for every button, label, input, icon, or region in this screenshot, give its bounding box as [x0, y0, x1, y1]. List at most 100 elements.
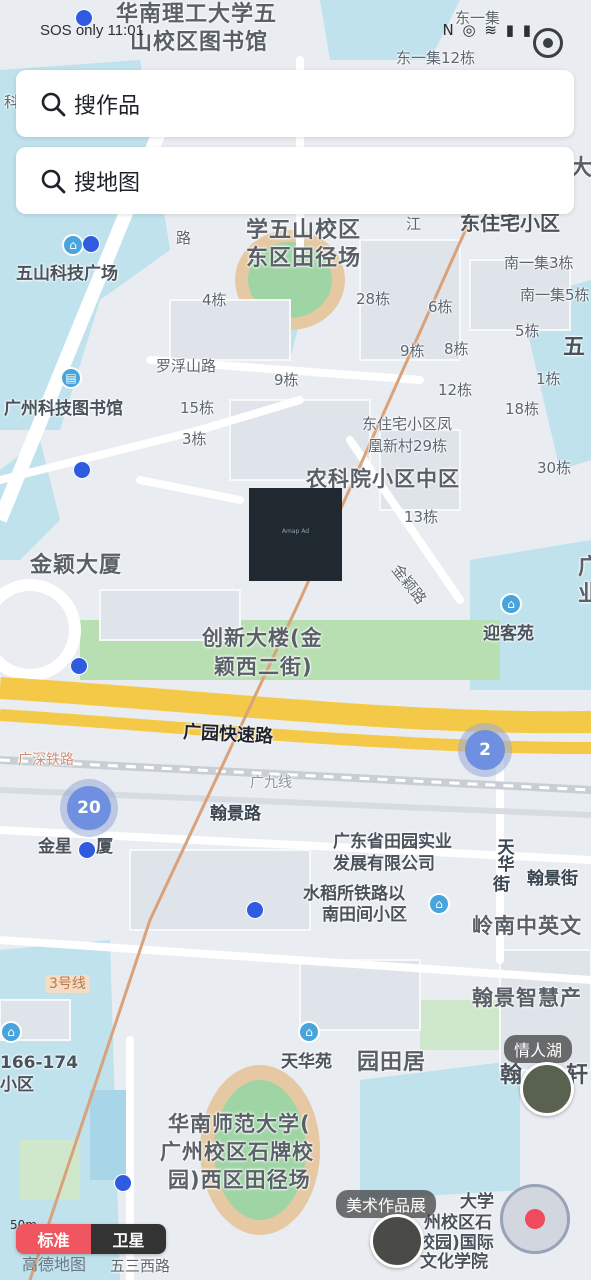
brand-logo: 高德地图 [22, 1255, 87, 1274]
poi-building-icon[interactable]: ⌂ [428, 893, 450, 915]
location-dot[interactable] [114, 1174, 132, 1192]
label-scnu: 华南师范大学( [168, 1112, 311, 1136]
label-jiang: 江 [406, 215, 422, 233]
photo-thumbnail[interactable] [370, 1214, 424, 1268]
label-field-2: 东区田径场 [246, 246, 362, 271]
label-guangshen: 广深铁路 [18, 752, 74, 768]
label-yingke: 迎客苑 [483, 624, 534, 644]
label-scnu-right-2: 州校区石 [424, 1213, 492, 1233]
photo-thumbnail[interactable] [520, 1062, 574, 1116]
label-jie: 街 [493, 875, 510, 895]
label-b9: 9栋 [400, 342, 425, 360]
label-tianyuan-2: 发展有限公司 [333, 854, 435, 874]
search-icon [40, 168, 66, 194]
label-b18: 18栋 [505, 400, 540, 418]
label-b30: 30栋 [537, 459, 572, 477]
location-dot[interactable] [70, 657, 88, 675]
label-south1-5: 南一集5栋 [520, 286, 590, 304]
label-scnu-3: 园)西区田径场 [168, 1168, 311, 1192]
label-b28: 28栋 [356, 290, 391, 308]
label-guangjiu: 广九线 [250, 775, 292, 791]
label-b12: 12栋 [438, 381, 473, 399]
label-b6: 6栋 [428, 298, 453, 316]
label-chuangxin-2: 颖西二街) [214, 655, 313, 679]
cluster-marker[interactable]: 2 [465, 730, 505, 770]
label-west-road: 五三西路 [110, 1257, 171, 1275]
status-bar: SOS only 11:01 N ◎ ≋ ▮ ▮ [0, 0, 591, 56]
poi-library-icon[interactable]: ▤ [60, 367, 82, 389]
label-luofu: 罗浮山路 [156, 357, 217, 375]
search-icon [40, 91, 66, 117]
search-map-placeholder: 搜地图 [74, 170, 141, 196]
label-hanjing-jie: 翰景街 [527, 869, 578, 889]
tag-lake[interactable]: 情人湖 [504, 1035, 573, 1063]
label-tianhua: 天华 [493, 838, 514, 872]
location-dot[interactable] [78, 841, 96, 859]
poi-building-icon[interactable]: ⌂ [62, 234, 84, 256]
label-b29: 东住宅小区凤 [362, 415, 453, 433]
label-tianyuan: 广东省田园实业 [333, 832, 452, 852]
status-icons-right: N ◎ ≋ ▮ ▮ [442, 21, 533, 39]
label-hanjing: 翰景路 [210, 804, 261, 824]
label-line3: 3号线 [45, 975, 90, 994]
mode-satellite-button[interactable]: 卫星 [91, 1224, 166, 1254]
label-jinying: 金颖大厦 [30, 553, 123, 578]
label-scnu-right: 大学 [460, 1192, 494, 1212]
building-block [129, 849, 311, 931]
label-b1: 1栋 [536, 370, 561, 388]
center-marker-box[interactable]: Amap Ad [249, 488, 342, 581]
location-dot[interactable] [246, 901, 264, 919]
label-guang: 广 [578, 555, 591, 580]
label-b29-2: 凰新村29栋 [368, 437, 448, 455]
label-b3: 3栋 [182, 430, 207, 448]
poi-building-icon[interactable]: ⌂ [298, 1021, 320, 1043]
label-b8: 8栋 [444, 340, 469, 358]
search-works-placeholder: 搜作品 [74, 93, 141, 119]
label-dongzhu: 东住宅小区 [460, 211, 560, 235]
label-shuidao: 水稻所铁路以 [303, 884, 405, 904]
cluster-marker[interactable]: 20 [67, 786, 111, 830]
mode-standard-button[interactable]: 标准 [16, 1224, 91, 1254]
building-block [169, 299, 291, 361]
location-dot[interactable] [73, 461, 91, 479]
label-wu: 五 [563, 335, 586, 360]
label-wushan-square: 五山科技广场 [16, 264, 118, 284]
map-mode-toggle[interactable]: 标准 卫星 [16, 1224, 166, 1254]
label-b13: 13栋 [404, 508, 439, 526]
label-addr: 166-174 [0, 1053, 79, 1073]
label-shuidao-2: 南田间小区 [322, 905, 407, 925]
label-gz-sci-lib: 广州科技图书馆 [4, 399, 123, 419]
label-chuangxin: 创新大楼(金 [202, 626, 323, 650]
status-text-left: SOS only 11:01 [40, 22, 144, 39]
label-tianhua-yuan: 天华苑 [281, 1052, 332, 1072]
center-box-text: Amap Ad [281, 528, 310, 535]
label-hanjing-xuan: 翰 [500, 1063, 523, 1088]
water-area [360, 1060, 520, 1200]
label-b5: 5栋 [515, 322, 540, 340]
record-button[interactable] [500, 1184, 570, 1254]
label-addr-2: 小区 [0, 1075, 34, 1095]
location-dot[interactable] [82, 235, 100, 253]
poi-building-icon[interactable]: ⌂ [500, 593, 522, 615]
label-hanjing-zh: 翰景智慧产 [472, 986, 582, 1010]
label-scnu-2: 广州校区石牌校 [160, 1140, 314, 1164]
search-works-bar[interactable]: 搜作品 [16, 70, 574, 137]
label-south1-3: 南一集3栋 [504, 254, 574, 272]
label-b15: 15栋 [180, 399, 215, 417]
green-area [20, 1140, 80, 1200]
label-scnu-right-3: 校园)国际 [418, 1233, 494, 1253]
label-b9b: 9栋 [274, 371, 299, 389]
search-map-bar[interactable]: 搜地图 [16, 147, 574, 214]
poi-building-icon[interactable]: ⌂ [0, 1021, 22, 1043]
label-lingnan: 岭南中英文 [472, 914, 582, 938]
label-ye: 业 [578, 582, 591, 607]
label-field: 学五山校区 [246, 218, 362, 243]
label-lu: 路 [176, 229, 192, 247]
label-jinxing-r: 厦 [96, 837, 113, 857]
label-jinxing: 金星 [38, 837, 72, 857]
label-scnu-right-4: 文化学院 [420, 1252, 488, 1272]
label-yuantian: 园田居 [357, 1050, 427, 1075]
locate-button[interactable] [533, 28, 563, 58]
tag-art[interactable]: 美术作品展 [336, 1190, 437, 1218]
label-b4: 4栋 [202, 291, 227, 309]
